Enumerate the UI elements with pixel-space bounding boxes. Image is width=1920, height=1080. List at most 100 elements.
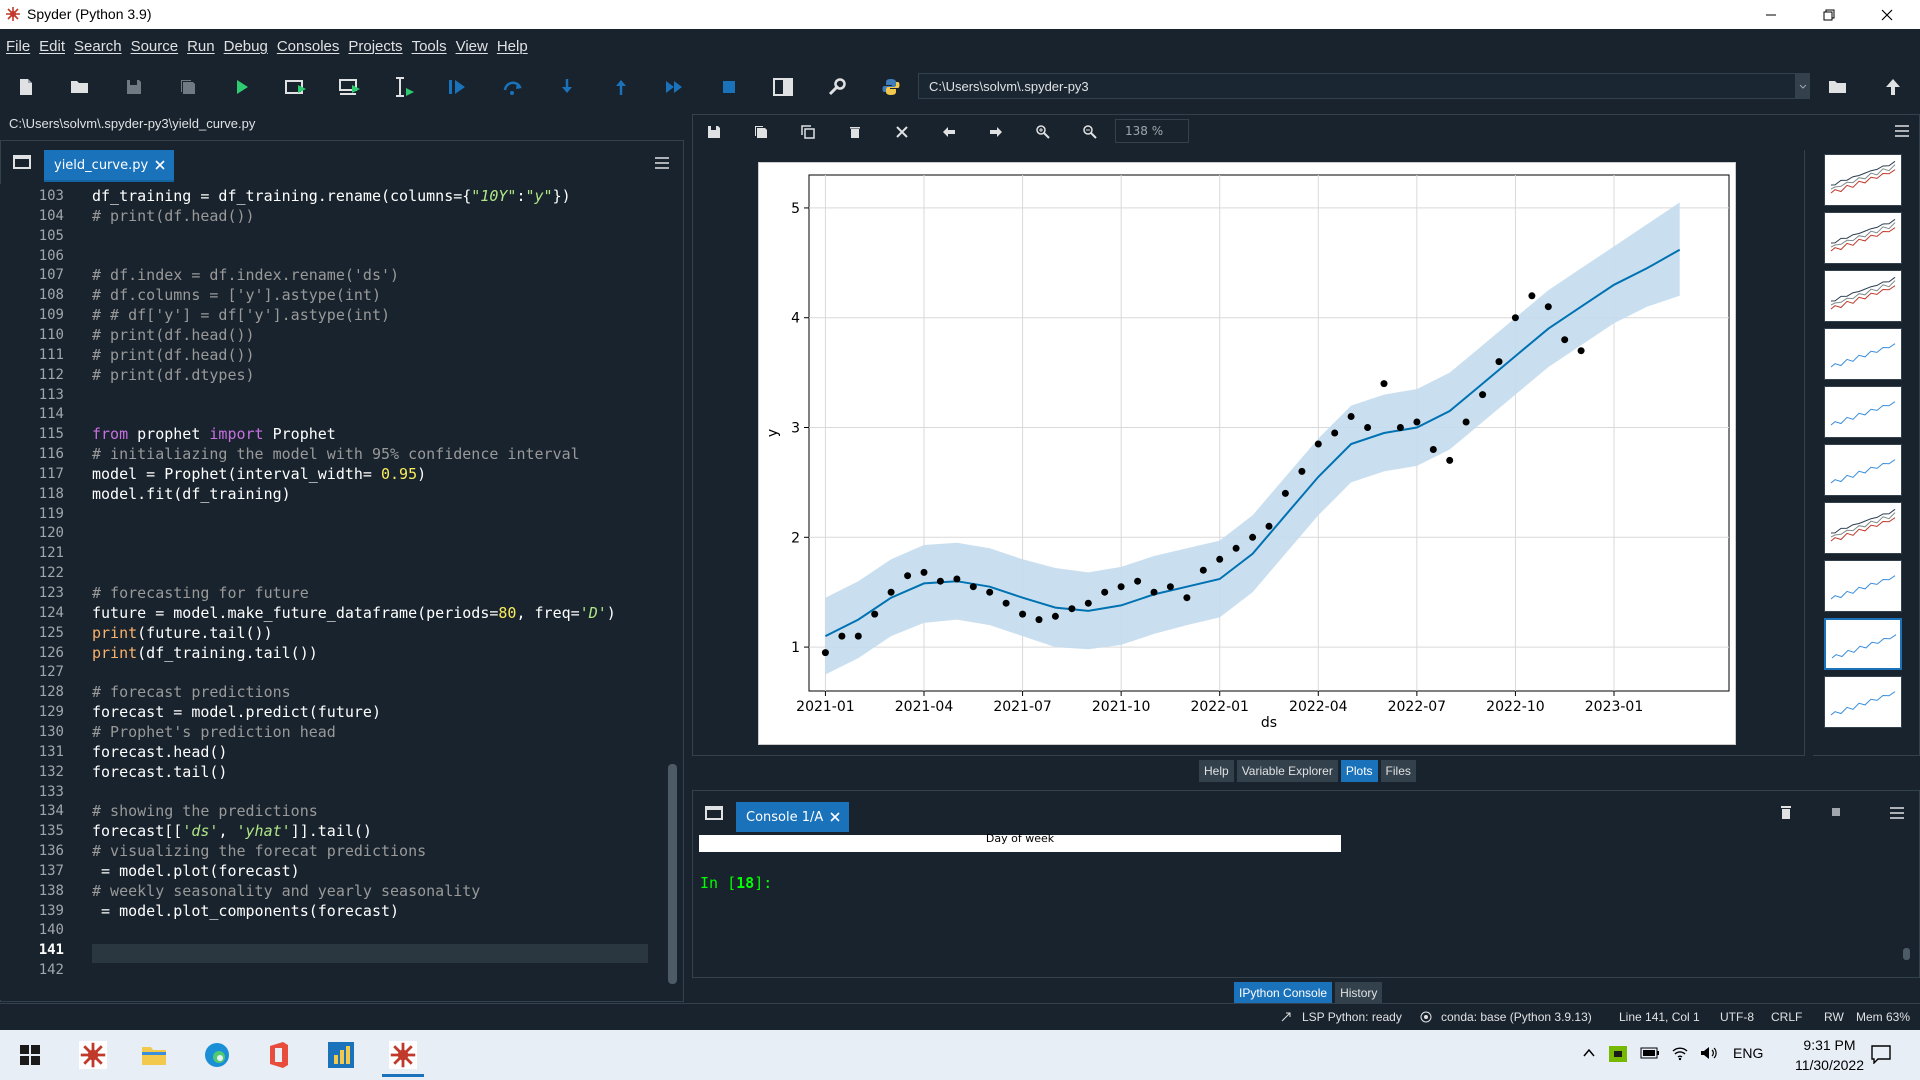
pane-tab-variable-explorer[interactable]: Variable Explorer	[1236, 760, 1338, 782]
stop-icon[interactable]	[1830, 806, 1842, 818]
close-tab-icon[interactable]	[829, 811, 841, 823]
menu-projects[interactable]: Projects	[348, 38, 402, 55]
save-all-plots-button[interactable]	[751, 122, 771, 142]
hamburger-menu-icon[interactable]	[1889, 806, 1905, 820]
menu-search[interactable]: Search	[74, 38, 122, 55]
save-plot-button[interactable]	[704, 122, 724, 142]
taskbar-edge[interactable]	[190, 1033, 244, 1077]
continue-button[interactable]	[660, 73, 690, 101]
pane-tab-plots[interactable]: Plots	[1340, 760, 1378, 782]
run-selection-button[interactable]	[389, 73, 419, 101]
battery-icon[interactable]	[1640, 1047, 1660, 1059]
plot-thumbnail[interactable]	[1824, 328, 1902, 380]
menu-view[interactable]: View	[456, 38, 488, 55]
stop-button[interactable]	[714, 73, 744, 101]
close-window-button[interactable]	[1858, 0, 1916, 29]
browse-directory-button[interactable]	[1823, 73, 1853, 101]
pane-tab-files[interactable]: Files	[1380, 760, 1416, 782]
plot-thumbnail[interactable]	[1824, 444, 1902, 496]
menu-source[interactable]: Source	[131, 38, 179, 55]
line-number: 112	[38, 367, 64, 383]
plot-thumbnail[interactable]	[1824, 502, 1902, 554]
menu-help[interactable]: Help	[497, 38, 528, 55]
plot-thumbnail[interactable]	[1824, 618, 1902, 670]
taskbar-office[interactable]	[252, 1033, 306, 1077]
lsp-status[interactable]: LSP Python: ready	[1302, 1010, 1402, 1024]
browse-tabs-icon[interactable]	[12, 153, 32, 171]
new-file-button[interactable]	[11, 73, 41, 101]
browse-tabs-icon[interactable]	[704, 804, 724, 822]
step-into-button[interactable]	[552, 73, 582, 101]
minimize-button[interactable]	[1742, 0, 1800, 29]
plot-thumbnail[interactable]	[1824, 676, 1902, 728]
step-over-button[interactable]	[498, 73, 528, 101]
plot-thumbnail[interactable]	[1824, 386, 1902, 438]
menu-consoles[interactable]: Consoles	[277, 38, 340, 55]
observed-point	[1429, 446, 1437, 453]
trash-icon[interactable]	[1779, 804, 1793, 820]
copy-plot-button[interactable]	[798, 122, 818, 142]
working-directory-field[interactable]: C:\Users\solvm\.spyder-py3	[918, 73, 1796, 99]
next-plot-button[interactable]	[986, 122, 1006, 142]
plot-thumbnail[interactable]	[1824, 154, 1902, 206]
input-language[interactable]: ENG	[1733, 1045, 1763, 1061]
run-button[interactable]	[227, 73, 257, 101]
close-tab-icon[interactable]	[154, 159, 166, 171]
pane-tab-help[interactable]: Help	[1199, 760, 1234, 782]
save-button[interactable]	[119, 73, 149, 101]
zoom-out-button[interactable]	[1080, 122, 1100, 142]
nvidia-icon[interactable]	[1609, 1046, 1627, 1062]
hamburger-menu-icon[interactable]	[1894, 124, 1910, 138]
taskbar-file-explorer[interactable]	[127, 1033, 181, 1077]
code-area[interactable]: df_training = df_training.rename(columns…	[88, 184, 668, 1000]
hamburger-menu-icon[interactable]	[654, 156, 670, 170]
taskbar-power-bi[interactable]	[314, 1033, 368, 1077]
remove-all-plots-button[interactable]	[892, 122, 912, 142]
notification-icon[interactable]	[1870, 1044, 1892, 1064]
editor-scrollbar-thumb[interactable]	[668, 764, 677, 984]
save-all-button[interactable]	[173, 73, 203, 101]
restore-button[interactable]	[1800, 0, 1858, 29]
run-cell-button[interactable]	[281, 73, 311, 101]
preferences-button[interactable]	[822, 73, 852, 101]
taskbar-spyder-active[interactable]	[376, 1033, 430, 1077]
python-path-button[interactable]	[876, 73, 906, 101]
maximize-pane-button[interactable]	[768, 73, 798, 101]
pane-tab-ipython-console[interactable]: IPython Console	[1234, 982, 1333, 1004]
editor-tab-yield-curve[interactable]: yield_curve.py	[44, 150, 175, 182]
menu-file[interactable]: File	[6, 38, 30, 55]
menu-debug[interactable]: Debug	[224, 38, 268, 55]
step-out-button[interactable]	[606, 73, 636, 101]
parent-directory-button[interactable]	[1878, 73, 1908, 101]
thumbnails-splitter[interactable]	[1804, 150, 1813, 756]
zoom-in-button[interactable]	[1033, 122, 1053, 142]
observed-point	[1380, 380, 1388, 388]
plot-thumbnail[interactable]	[1824, 212, 1902, 264]
open-file-button[interactable]	[65, 73, 95, 101]
remove-plot-button[interactable]	[845, 122, 865, 142]
working-directory-dropdown[interactable]	[1796, 73, 1810, 99]
taskbar-clock[interactable]: 9:31 PM 11/30/2022	[1795, 1035, 1864, 1075]
clock-date: 11/30/2022	[1794, 1057, 1864, 1073]
line-number: 137	[38, 863, 64, 879]
menu-tools[interactable]: Tools	[412, 38, 447, 55]
taskbar-spyder[interactable]	[66, 1033, 120, 1077]
menu-edit[interactable]: Edit	[39, 38, 65, 55]
run-cell-advance-button[interactable]	[335, 73, 365, 101]
console-prompt[interactable]: In [18]:	[700, 874, 772, 892]
console-scrollbar-thumb[interactable]	[1903, 948, 1910, 960]
conda-env-status[interactable]: conda: base (Python 3.9.13)	[1441, 1010, 1592, 1024]
start-button[interactable]	[3, 1033, 57, 1077]
wifi-icon[interactable]	[1671, 1045, 1689, 1061]
volume-icon[interactable]	[1699, 1045, 1719, 1061]
debug-button[interactable]	[443, 73, 473, 101]
previous-plot-button[interactable]	[939, 122, 959, 142]
console-tab[interactable]: Console 1/A	[736, 802, 850, 832]
plot-thumbnail[interactable]	[1824, 560, 1902, 612]
line-number: 103	[38, 188, 64, 204]
chevron-up-icon[interactable]	[1582, 1047, 1596, 1059]
menu-run[interactable]: Run	[187, 38, 215, 55]
pane-tab-history[interactable]: History	[1335, 982, 1383, 1004]
zoom-level-field[interactable]: 138 %	[1115, 119, 1189, 143]
plot-thumbnail[interactable]	[1824, 270, 1902, 322]
